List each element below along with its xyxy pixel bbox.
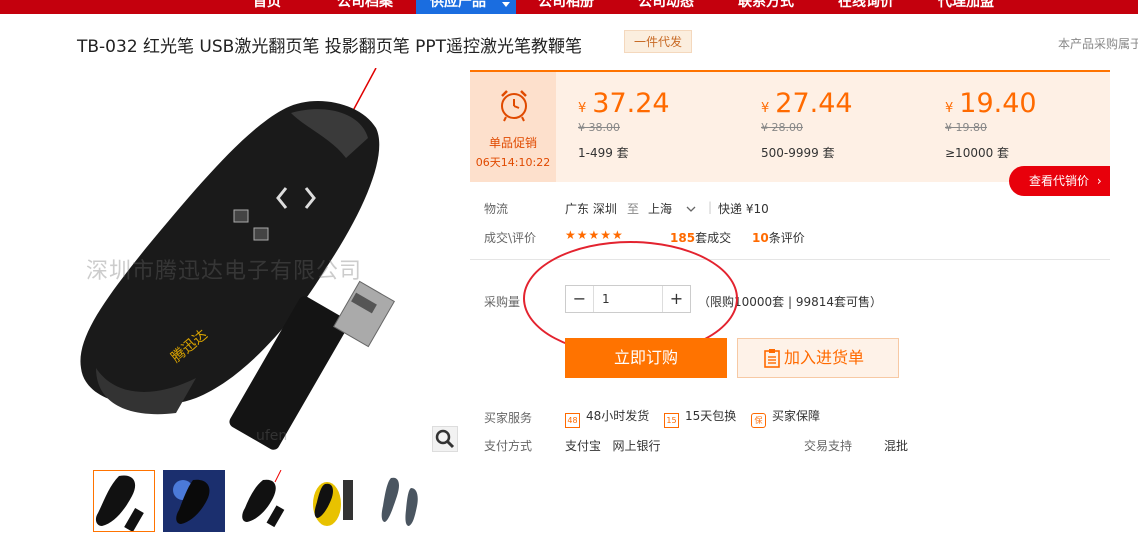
agent-price-label: 查看代销价 <box>1029 174 1090 188</box>
nav-home[interactable]: 首页 <box>253 0 281 11</box>
tier-quantity-range: 1-499 套 <box>578 146 629 160</box>
trade-support-value: 混批 <box>884 439 909 453</box>
currency-symbol: ¥ <box>761 101 770 116</box>
rating-stars: ★★★★★ <box>565 228 624 242</box>
deals-label: 成交\评价 <box>484 231 537 245</box>
quantity-increase-button[interactable]: + <box>662 286 690 312</box>
nav-inquiry[interactable]: 在线询价 <box>838 0 894 11</box>
promotion-countdown: 06天14:10:22 <box>475 156 551 169</box>
price-tier-2: ¥27.44 ¥ 28.00 500-9999 套 <box>761 88 853 161</box>
service-15day[interactable]: 15 15天包换 <box>664 407 736 428</box>
service-15day-text: 15天包换 <box>685 409 737 423</box>
chevron-down-icon <box>686 206 696 212</box>
chevron-down-icon <box>502 2 510 7</box>
tier-quantity-range: 500-9999 套 <box>761 146 835 160</box>
thumbnail-2[interactable] <box>163 470 225 532</box>
product-page: 首页 公司档案 供应产品 公司相册 公司动态 联系方式 在线询价 代理加盟 TB… <box>0 0 1138 557</box>
service-guarantee[interactable]: 保买家保障 <box>751 407 820 428</box>
quantity-limit: （限购10000套 | 99814套可售） <box>698 295 883 309</box>
zoom-button[interactable] <box>432 426 458 452</box>
tier-original-price: ¥ 38.00 <box>578 121 620 134</box>
tier-price: 27.44 <box>775 88 853 119</box>
promotion-block: 单品促销 06天14:10:22 <box>470 72 556 182</box>
quantity-decrease-button[interactable]: − <box>566 286 594 312</box>
purchase-note: 本产品采购属于 <box>1058 37 1138 51</box>
divider: | <box>708 200 713 214</box>
service-15day-icon: 15 <box>664 413 679 428</box>
service-guarantee-text: 买家保障 <box>772 409 821 423</box>
tier-original-price: ¥ 28.00 <box>761 121 803 134</box>
currency-symbol: ¥ <box>945 101 954 116</box>
add-to-cart-button[interactable]: 加入进货单 <box>737 338 899 378</box>
service-48h-text: 48小时发货 <box>586 409 650 423</box>
sold-suffix: 套成交 <box>695 231 732 245</box>
tier-price: 37.24 <box>592 88 670 119</box>
clipboard-icon <box>764 349 780 368</box>
services-label: 买家服务 <box>484 411 533 425</box>
service-48h-icon: 48 <box>565 413 580 428</box>
price-tier-3: ¥19.40 ¥ 19.80 ≥10000 套 <box>945 88 1037 161</box>
chevron-right-icon: › <box>1096 174 1102 188</box>
tier-price: 19.40 <box>959 88 1037 119</box>
promotion-label: 单品促销 <box>488 136 537 150</box>
top-nav: 首页 公司档案 供应产品 公司相册 公司动态 联系方式 在线询价 代理加盟 <box>0 0 1138 14</box>
buy-now-button[interactable]: 立即订购 <box>565 338 727 378</box>
review-count-link[interactable]: 10条评价 <box>752 229 805 246</box>
add-to-cart-label: 加入进货单 <box>784 348 865 367</box>
nav-company-profile[interactable]: 公司档案 <box>337 0 393 11</box>
nav-news[interactable]: 公司动态 <box>638 0 694 11</box>
divider-line <box>470 259 1110 260</box>
nav-contact[interactable]: 联系方式 <box>738 0 794 11</box>
quantity-stepper: − 1 + <box>565 285 691 313</box>
trade-support-label: 交易支持 <box>804 439 853 453</box>
ship-to-value: 上海 <box>648 202 673 216</box>
nav-agent[interactable]: 代理加盟 <box>938 0 994 11</box>
nav-products-label: 供应产品 <box>430 0 486 10</box>
nav-albums[interactable]: 公司相册 <box>538 0 594 11</box>
payment-label: 支付方式 <box>484 439 533 453</box>
sold-count: 185 <box>670 231 696 245</box>
watermark-url: ufen <box>256 428 288 444</box>
dropship-tag: 一件代发 <box>624 30 693 53</box>
shield-icon: 保 <box>751 413 766 428</box>
watermark-text: 深圳市腾迅达电子有限公司 <box>86 259 363 284</box>
review-suffix: 条评价 <box>768 231 805 245</box>
price-panel: 单品促销 06天14:10:22 ¥37.24 ¥ 38.00 1-499 套 … <box>470 70 1110 182</box>
tier-quantity-range: ≥10000 套 <box>945 146 1010 160</box>
review-count: 10 <box>752 231 769 245</box>
currency-symbol: ¥ <box>578 101 587 116</box>
quantity-input[interactable]: 1 <box>594 286 662 312</box>
service-48h[interactable]: 48 48小时发货 <box>565 407 649 428</box>
sold-count-link[interactable]: 185套成交 <box>670 229 731 246</box>
product-title: TB-032 红光笔 USB激光翻页笔 投影翻页笔 PPT遥控激光笔教鞭笔 <box>77 37 583 57</box>
nav-products[interactable]: 供应产品 <box>416 0 516 14</box>
thumbnail-4[interactable] <box>303 470 365 532</box>
logistics-label: 物流 <box>484 202 509 216</box>
magnifier-icon <box>435 429 455 449</box>
quantity-label: 采购量 <box>484 295 521 309</box>
view-agent-price-button[interactable]: 查看代销价 › <box>1009 166 1110 196</box>
tier-original-price: ¥ 19.80 <box>945 121 987 134</box>
ship-to-select[interactable]: 上海 <box>648 200 696 217</box>
thumbnail-5[interactable] <box>373 470 435 532</box>
ship-to-word: 至 <box>627 202 640 216</box>
thumbnail-3[interactable] <box>233 470 295 532</box>
thumbnail-1[interactable] <box>93 470 155 532</box>
alarm-clock-icon <box>501 90 527 122</box>
main-product-image[interactable]: 腾迅达 深圳市腾迅达电子有限公司 ufen <box>76 68 462 454</box>
payment-methods: 支付宝 网上银行 <box>565 439 661 453</box>
price-tier-1: ¥37.24 ¥ 38.00 1-499 套 <box>578 88 670 161</box>
express-fee: 快递 ¥10 <box>718 202 769 216</box>
ship-from: 广东 深圳 <box>565 202 617 216</box>
